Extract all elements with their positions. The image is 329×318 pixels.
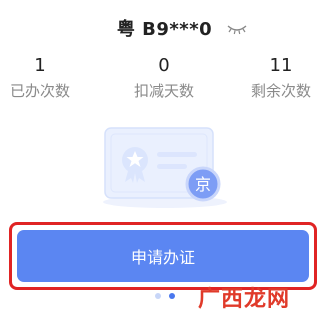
stat-label: 剩余次数: [250, 82, 311, 100]
watermark: 广西龙网: [198, 280, 326, 314]
stat-label: 已办次数: [9, 82, 70, 100]
page-dot-active[interactable]: [168, 293, 175, 299]
stat-remaining-count: 11 剩余次数: [236, 55, 326, 101]
stat-value: 1: [34, 55, 46, 76]
permit-card-illustration: 京: [103, 127, 227, 208]
stat-value: 11: [269, 55, 293, 76]
license-plate: 粤 B9***0: [116, 19, 213, 40]
page-dot[interactable]: [154, 293, 161, 299]
watermark-text: 广西龙网: [198, 286, 291, 312]
stat-label: 扣减天数: [133, 82, 194, 100]
badge-text: 京: [195, 175, 211, 194]
stat-done-count: 1 已办次数: [0, 55, 85, 101]
plate-header: 粤 B9***0: [0, 14, 329, 42]
stat-deducted-days: 0 扣减天数: [119, 55, 209, 101]
stat-value: 0: [158, 55, 170, 76]
stats-row: 1 已办次数 0 扣减天数 11 剩余次数: [0, 55, 329, 105]
apply-permit-button[interactable]: 申请办证: [17, 230, 309, 282]
eye-closed-icon[interactable]: [226, 22, 248, 36]
